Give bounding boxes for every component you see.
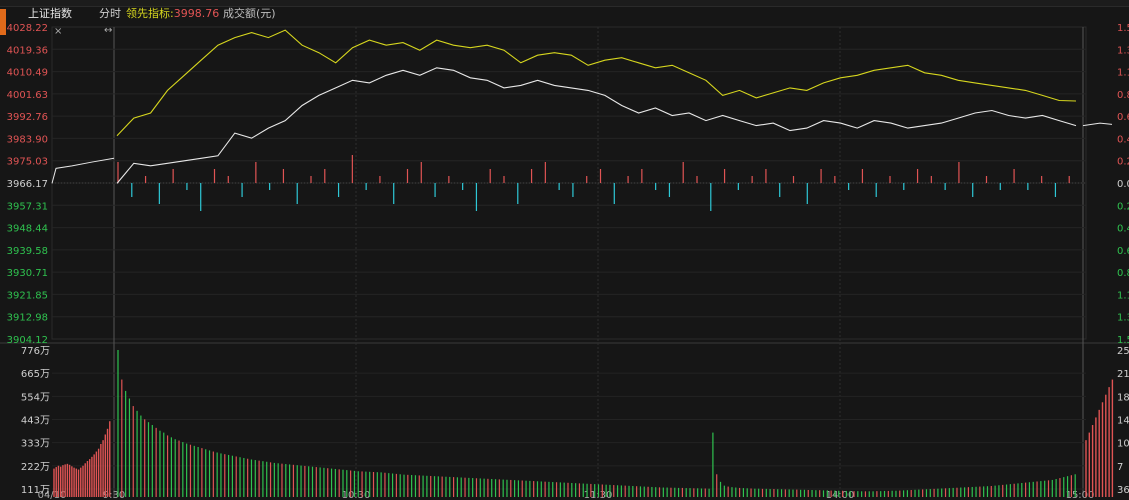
vol-y-tick: 222万 [21, 462, 50, 473]
leading-line [116, 29, 1077, 137]
y-tick-right: 0.0 [1117, 179, 1129, 190]
price-line [116, 67, 1077, 184]
y-tick-right: 0.6 [1117, 246, 1129, 257]
y-tick-left: 4028.22 [7, 23, 48, 34]
preopen-line [51, 157, 115, 184]
y-tick-left: 3975.03 [7, 157, 48, 168]
y-tick-left: 3983.90 [7, 134, 48, 145]
y-tick-right: 0.8 [1117, 268, 1129, 279]
y-tick-right: 0.6 [1117, 112, 1129, 123]
y-tick-left: 3930.71 [7, 268, 48, 279]
y-tick-right: 0.2 [1117, 201, 1129, 212]
vol-y-tick-right: 14 [1117, 416, 1129, 427]
y-tick-right: 0.4 [1117, 134, 1129, 145]
postclose-line [1082, 122, 1113, 127]
y-tick-right: 1.5 [1117, 23, 1129, 34]
y-tick-left: 3957.31 [7, 201, 48, 212]
vol-y-tick: 443万 [21, 416, 50, 427]
x-tick: 15:00 [1066, 490, 1095, 500]
vol-y-tick: 554万 [21, 392, 50, 403]
y-tick-right: 1.1 [1117, 68, 1129, 79]
y-tick-right: 1.1 [1117, 290, 1129, 301]
vol-y-tick: 111万 [21, 485, 50, 496]
vol-y-tick: 665万 [21, 369, 50, 380]
vol-y-tick-right: 36 [1117, 485, 1129, 496]
vol-y-tick: 776万 [21, 346, 50, 357]
y-tick-left: 3966.17 [7, 179, 48, 190]
y-tick-left: 3948.44 [7, 224, 48, 235]
y-tick-left: 4010.49 [7, 68, 48, 79]
vol-y-tick: 333万 [21, 439, 50, 450]
y-tick-left: 3904.12 [7, 335, 48, 346]
vol-y-tick-right: 21 [1117, 369, 1129, 380]
y-tick-left: 3992.76 [7, 112, 48, 123]
y-tick-right: 0.8 [1117, 90, 1129, 101]
y-tick-left: 4019.36 [7, 45, 48, 56]
chart-stage: 上证指数 分时 领先指标:3998.76 成交额(元) × ↔ 4028.22 1… [0, 0, 1129, 500]
y-tick-right: 0.4 [1117, 224, 1129, 235]
y-tick-right: 1.3 [1117, 45, 1129, 56]
y-tick-right: 0.2 [1117, 157, 1129, 168]
y-tick-left: 3939.58 [7, 246, 48, 257]
vol-y-tick-right: 7 [1117, 462, 1123, 473]
y-tick-right: 1.3 [1117, 313, 1129, 324]
vol-y-tick-right: 25 [1117, 346, 1129, 357]
chart-svg: 4028.22 1.5 4019.36 1.3 4010.49 1.1 4001.63 0.8… [0, 23, 1129, 500]
vol-y-tick-right: 18 [1117, 392, 1129, 403]
y-tick-left: 4001.63 [7, 90, 48, 101]
y-tick-left: 3921.85 [7, 290, 48, 301]
vol-y-tick-right: 10 [1117, 439, 1129, 450]
y-tick-right: 1.5 [1117, 335, 1129, 346]
y-tick-left: 3912.98 [7, 313, 48, 324]
